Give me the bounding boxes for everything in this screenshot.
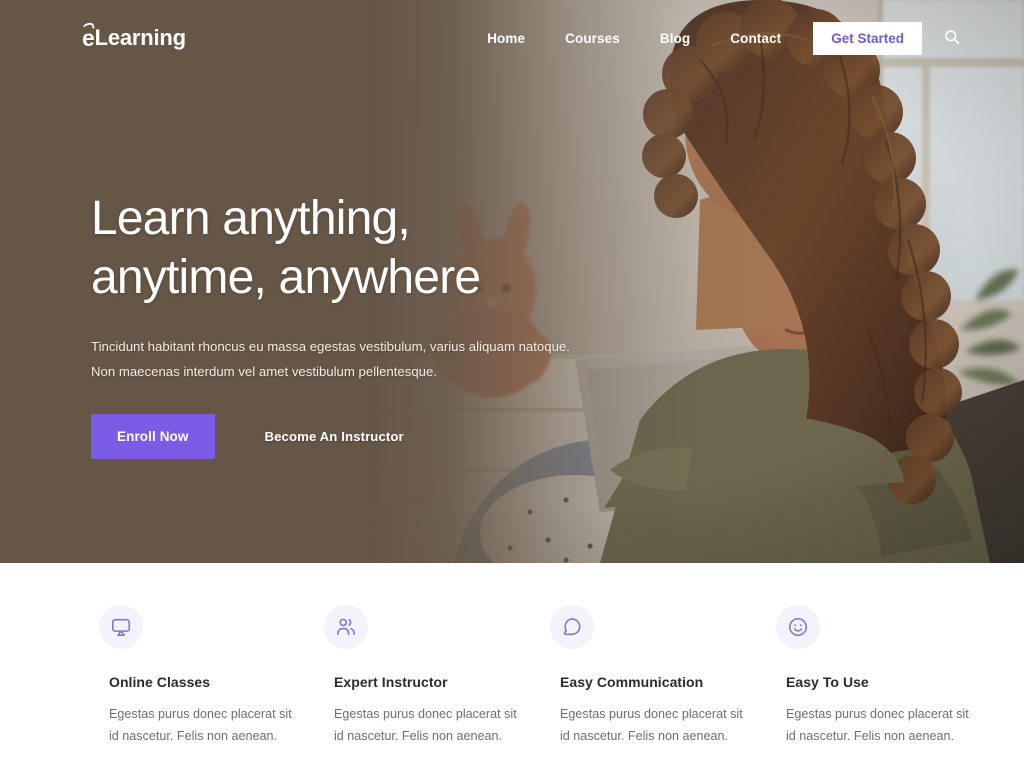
features-section: Online Classes Egestas purus donec place… <box>0 563 1024 768</box>
feature-description: Egestas purus donec placerat sit id nasc… <box>786 707 969 744</box>
enroll-now-button[interactable]: Enroll Now <box>91 413 215 459</box>
nav-link-contact[interactable]: Contact <box>710 25 801 52</box>
hero-headline-line2: anytime, anywhere <box>91 250 481 304</box>
feature-description: Egestas purus donec placerat sit id nasc… <box>334 707 517 744</box>
feature-title: Online Classes <box>109 674 211 690</box>
become-instructor-button[interactable]: Become An Instructor <box>241 429 428 444</box>
hero-cta-group: Enroll Now Become An Instructor <box>91 413 611 459</box>
feature-title: Expert Instructor <box>334 674 448 690</box>
hero-headline-line1: Learn anything, <box>91 192 411 245</box>
nav-link-home[interactable]: Home <box>467 25 545 52</box>
feature-card-online-classes: Online Classes Egestas purus donec place… <box>60 605 292 768</box>
site-logo[interactable]: e Learning <box>82 20 187 50</box>
landing-page: e Learning Home Courses Blog Contact Get… <box>0 0 1024 768</box>
users-icon <box>324 605 368 649</box>
search-icon <box>944 29 960 48</box>
feature-description: Egestas purus donec placerat sit id nasc… <box>560 707 743 744</box>
feature-title: Easy Communication <box>560 674 704 690</box>
hero-section: e Learning Home Courses Blog Contact Get… <box>0 0 1024 563</box>
hero-subtitle: Tincidunt habitant rhoncus eu massa eges… <box>91 339 570 379</box>
feature-title: Easy To Use <box>786 674 869 690</box>
hero-headline: Learn anything, anytime, anywhere <box>91 190 611 307</box>
nav-link-courses[interactable]: Courses <box>545 25 640 52</box>
feature-description: Egestas purus donec placerat sit id nasc… <box>109 707 292 744</box>
feature-card-expert-instructor: Expert Instructor Egestas purus donec pl… <box>286 605 517 768</box>
feature-card-easy-communication: Easy Communication Egestas purus donec p… <box>512 605 743 768</box>
screen-share-icon <box>99 605 143 649</box>
get-started-button[interactable]: Get Started <box>813 21 922 55</box>
nav-links-group: Home Courses Blog Contact Get Started <box>467 21 964 55</box>
feature-card-easy-to-use: Easy To Use Egestas purus donec placerat… <box>738 605 969 768</box>
search-button[interactable] <box>940 25 964 52</box>
logo-e-letter: e <box>82 20 95 50</box>
hero-content: Learn anything, anytime, anywhere Tincid… <box>91 190 611 459</box>
chat-bubble-icon <box>550 605 594 649</box>
nav-link-blog[interactable]: Blog <box>640 25 710 52</box>
main-navbar: e Learning Home Courses Blog Contact Get… <box>0 0 1024 76</box>
logo-text: Learning <box>94 25 187 50</box>
smiley-face-icon <box>776 605 820 649</box>
